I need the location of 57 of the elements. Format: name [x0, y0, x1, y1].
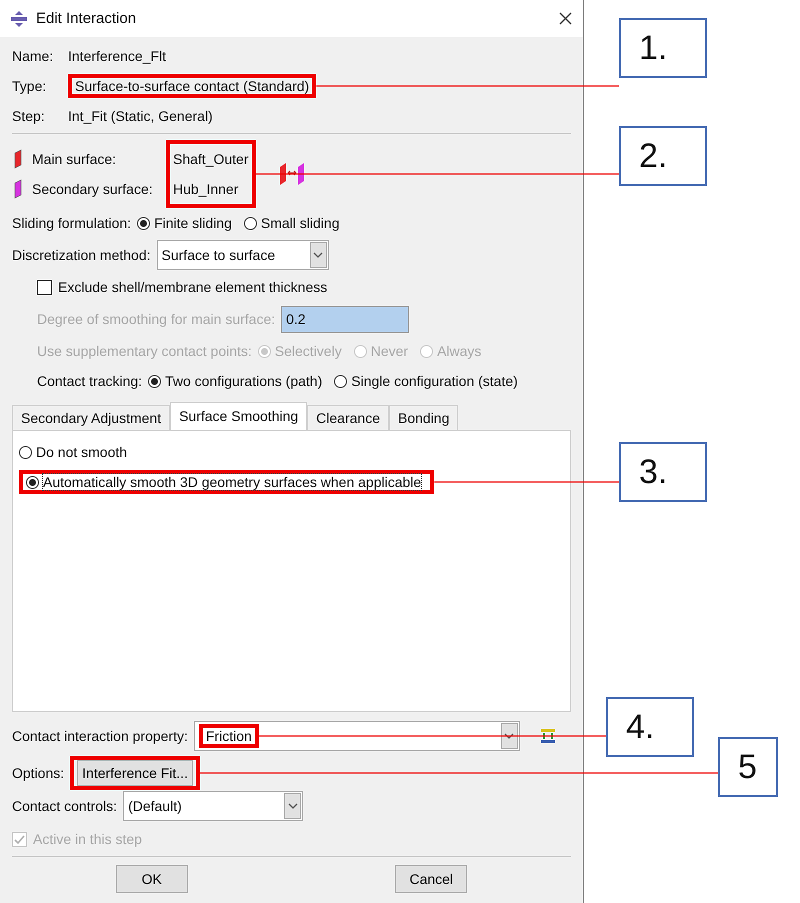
- field-value: Interference_Flt: [68, 48, 166, 64]
- interference-fit-button[interactable]: Interference Fit...: [77, 760, 193, 786]
- callout-label: 5: [718, 737, 778, 797]
- dropdown[interactable]: Friction: [194, 721, 520, 751]
- caret-icon[interactable]: [310, 242, 327, 268]
- checkbox-label: Active in this step: [33, 831, 142, 847]
- field-label: Contact interaction property:: [12, 728, 188, 744]
- close-icon[interactable]: [558, 11, 573, 26]
- callout-label: 3.: [619, 442, 707, 502]
- radio-button[interactable]: [19, 446, 32, 458]
- field-label: Contact controls:: [12, 798, 118, 814]
- radio-label[interactable]: Automatically smooth 3D geometry surfaces when applicable: [43, 474, 422, 490]
- tab[interactable]: Secondary Adjustment: [12, 405, 170, 430]
- field-label: Name:: [12, 48, 54, 64]
- radio-label[interactable]: Single configuration (state): [351, 373, 518, 389]
- callout-label: 2.: [619, 126, 707, 186]
- field-label: Options:: [12, 765, 64, 781]
- caret-icon[interactable]: [284, 793, 302, 819]
- field-value: Hub_Inner: [173, 180, 240, 199]
- field-value: Int_Fit (Static, General): [68, 108, 213, 124]
- field-label: Discretization method:: [12, 247, 151, 263]
- dropdown[interactable]: Surface to surface: [156, 240, 329, 270]
- window-title: Edit Interaction: [36, 10, 138, 27]
- radio-button[interactable]: [148, 374, 162, 388]
- radio-button[interactable]: [137, 216, 150, 230]
- tab[interactable]: Clearance: [307, 405, 389, 430]
- checkbox[interactable]: [37, 280, 52, 294]
- radio-label[interactable]: Two configurations (path): [165, 373, 322, 389]
- radio-button[interactable]: [244, 216, 257, 230]
- tab[interactable]: Surface Smoothing: [170, 402, 308, 430]
- dropdown-value: Friction: [206, 728, 252, 744]
- caret-icon[interactable]: [500, 723, 518, 749]
- radio-label[interactable]: Small sliding: [260, 215, 340, 231]
- app-icon: [10, 10, 28, 28]
- property-manager-icon[interactable]: [540, 728, 556, 744]
- field-label: Main surface:: [32, 151, 116, 167]
- radio-button[interactable]: [26, 476, 39, 488]
- field-value: Surface-to-surface contact (Standard): [75, 78, 310, 94]
- checkbox-label: Exclude shell/membrane element thickness: [58, 279, 328, 295]
- dialog-button[interactable]: OK: [116, 865, 188, 893]
- surface-pair-icon: [278, 161, 306, 187]
- field-value: Shaft_Outer: [173, 150, 248, 169]
- field-label: Secondary surface:: [32, 181, 153, 197]
- radio-button[interactable]: [334, 374, 348, 388]
- radio-label[interactable]: Finite sliding: [154, 215, 232, 231]
- field-label: Use supplementary contact points:: [37, 343, 252, 359]
- field-label: Step:: [12, 108, 46, 124]
- dialog-button[interactable]: Cancel: [395, 865, 468, 893]
- field-label: Contact tracking:: [37, 373, 142, 389]
- field-label: Sliding formulation:: [12, 215, 132, 231]
- radio-label[interactable]: Do not smooth: [36, 444, 128, 460]
- field-label: Degree of smoothing for main surface:: [37, 311, 276, 327]
- dropdown[interactable]: (Default): [123, 791, 304, 821]
- callout-label: 1.: [619, 18, 707, 78]
- tab[interactable]: Bonding: [389, 405, 458, 430]
- field-label: Type:: [12, 78, 48, 94]
- callout-label: 4.: [606, 697, 694, 757]
